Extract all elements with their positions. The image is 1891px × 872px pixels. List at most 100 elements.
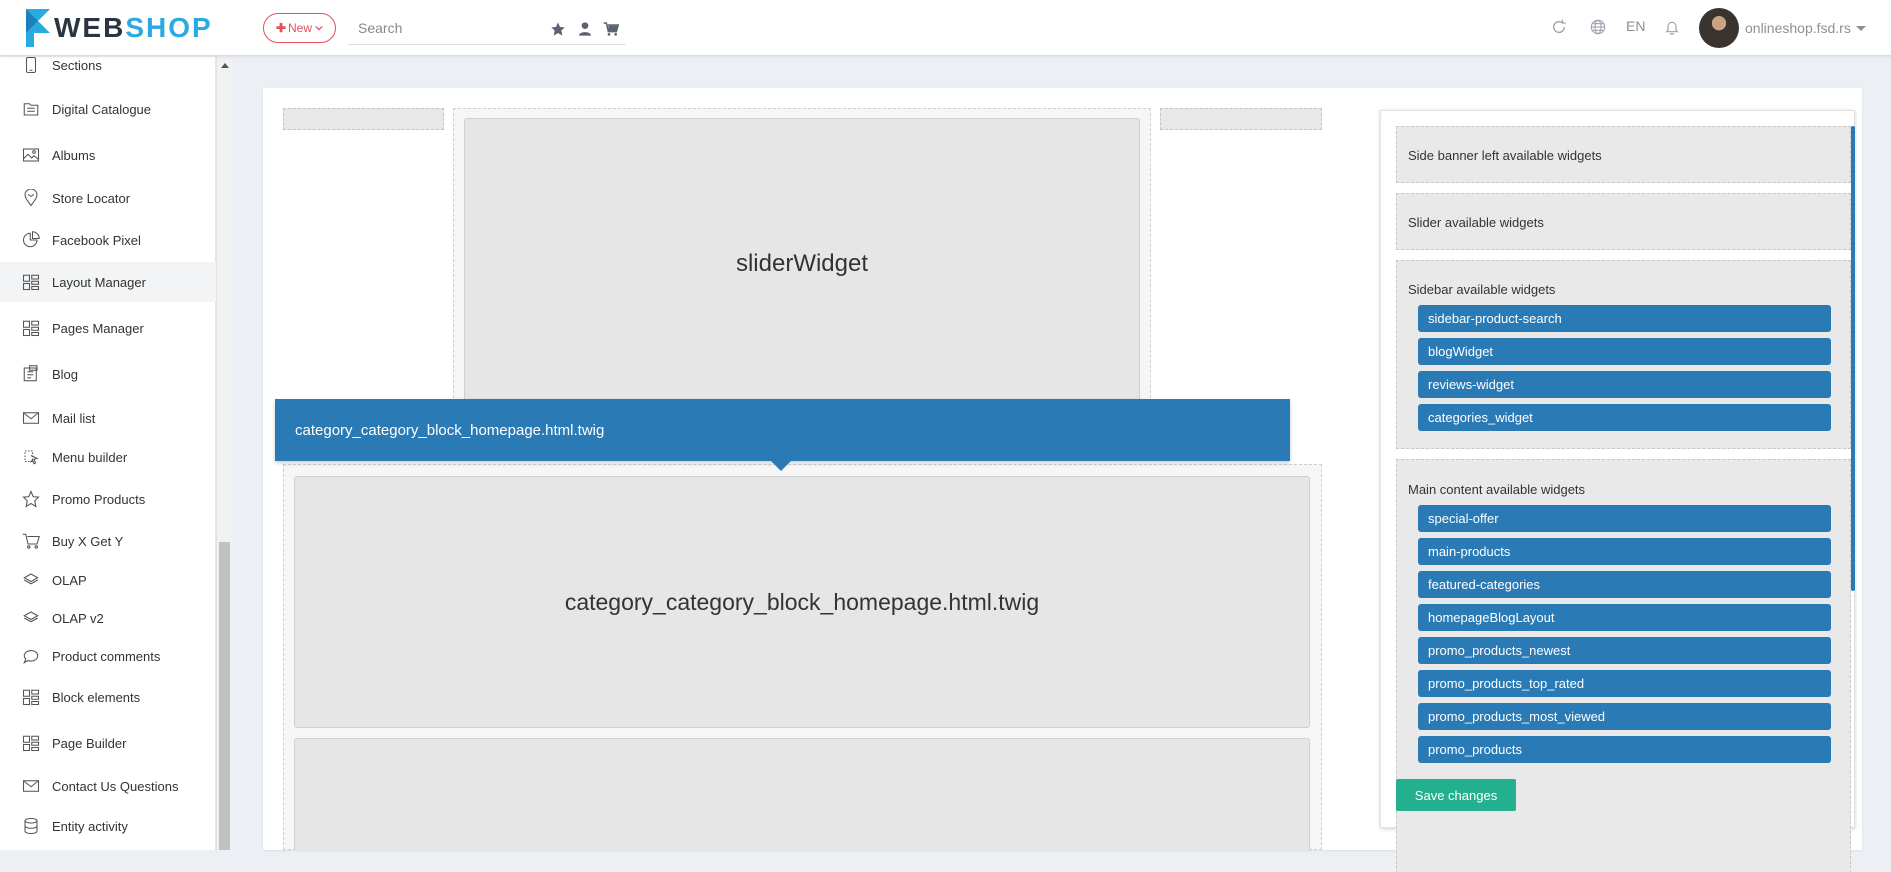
new-button-label: New: [288, 21, 313, 35]
sidebar-item-entity-activity[interactable]: Entity activity: [0, 806, 216, 846]
image-icon: [22, 148, 40, 162]
widget-chip[interactable]: promo_products_newest: [1418, 637, 1831, 664]
sidebar-item-page-builder[interactable]: Page Builder: [0, 723, 216, 763]
caret-down-icon[interactable]: [1856, 26, 1866, 31]
logo-text-web: WEB: [54, 12, 126, 43]
widget-chip[interactable]: promo_products_most_viewed: [1418, 703, 1831, 730]
sidebar-item-pages-manager[interactable]: Pages Manager: [0, 308, 216, 348]
widget-chip[interactable]: categories_widget: [1418, 404, 1831, 431]
pie-chart-icon: [22, 231, 40, 248]
layout-icon: [22, 735, 40, 752]
sidebar-item-label: Blog: [52, 366, 79, 382]
widget-section-title: Slider available widgets: [1408, 215, 1544, 230]
sidebar-item-olap-v2[interactable]: OLAP v2: [0, 598, 216, 638]
sidebar-scrollbar[interactable]: [216, 57, 232, 850]
widget-chip[interactable]: reviews-widget: [1418, 371, 1831, 398]
layout-icon: [22, 274, 40, 291]
globe-icon[interactable]: [1590, 19, 1606, 35]
save-changes-button[interactable]: Save changes: [1396, 779, 1516, 811]
mail-icon: [22, 780, 40, 792]
user-icon[interactable]: [577, 21, 593, 37]
side-banner-left-dropzone[interactable]: [283, 108, 444, 130]
blog-icon: [23, 365, 38, 382]
widget-chip[interactable]: special-offer: [1418, 505, 1831, 532]
widget-chip[interactable]: promo_products: [1418, 736, 1831, 763]
search-input[interactable]: [348, 13, 538, 43]
logo-text-shop: SHOP: [125, 12, 213, 43]
sidebar-item-menu-builder[interactable]: Menu builder: [0, 437, 216, 477]
sidebar-item-mail-list[interactable]: Mail list: [0, 398, 216, 438]
layout-icon: [22, 689, 40, 706]
top-header: WEBSHOP ✚ New EN onlineshop.fsd.rs: [0, 0, 1891, 56]
sidebar-item-layout-manager[interactable]: Layout Manager: [0, 262, 216, 302]
sidebar-item-label: Albums: [52, 147, 96, 163]
layers-icon: [23, 573, 39, 585]
sidebar-item-label: Entity activity: [52, 818, 128, 834]
sidebar-item-label: Sections: [52, 57, 102, 73]
logo-text: WEBSHOP: [54, 12, 213, 44]
sidebar-item-digital-catalogue[interactable]: Digital Catalogue: [0, 89, 216, 129]
sidebar-item-label: Buy X Get Y: [52, 533, 124, 549]
next-widget-block[interactable]: [294, 738, 1310, 850]
catalogue-icon: [23, 103, 39, 116]
sidebar: Sections Digital Catalogue Albums Store Loc…: [0, 56, 216, 850]
sidebar-item-store-locator[interactable]: Store Locator: [0, 178, 216, 218]
plus-icon: ✚: [275, 21, 287, 35]
layers-icon: [23, 611, 39, 623]
comment-icon: [23, 650, 39, 665]
category-block-widget[interactable]: category_category_block_homepage.html.tw…: [294, 476, 1310, 728]
sidebar-item-label: Mail list: [52, 410, 96, 426]
widget-chip[interactable]: promo_products_top_rated: [1418, 670, 1831, 697]
tooltip-text: category_category_block_homepage.html.tw…: [295, 421, 605, 439]
widget-chip[interactable]: sidebar-product-search: [1418, 305, 1831, 332]
star-icon[interactable]: [550, 21, 566, 37]
bell-icon[interactable]: [1664, 19, 1680, 35]
menu-builder-icon: [24, 450, 39, 465]
sidebar-item-label: Pages Manager: [52, 320, 144, 336]
sidebar-item-product-comments[interactable]: Product comments: [0, 636, 216, 676]
cart-icon[interactable]: [603, 21, 619, 37]
widget-chip[interactable]: main-products: [1418, 538, 1831, 565]
star-icon: [22, 490, 40, 508]
widget-section-title: Sidebar available widgets: [1408, 282, 1556, 297]
avatar[interactable]: [1699, 8, 1739, 48]
sidebar-item-label: Promo Products: [52, 491, 146, 507]
user-name[interactable]: onlineshop.fsd.rs: [1745, 20, 1851, 36]
sidebar-item-label: Block elements: [52, 689, 141, 705]
widget-chip[interactable]: homepageBlogLayout: [1418, 604, 1831, 631]
mail-icon: [22, 412, 40, 424]
widget-section-sidebar[interactable]: Sidebar available widgets sidebar-product…: [1396, 260, 1851, 449]
new-button[interactable]: ✚ New: [263, 13, 336, 43]
sidebar-item-block-elements[interactable]: Block elements: [0, 677, 216, 717]
language-selector[interactable]: EN: [1626, 18, 1645, 34]
category-block-label: category_category_block_homepage.html.tw…: [564, 588, 1040, 615]
search-bar: [348, 13, 626, 45]
sidebar-item-olap[interactable]: OLAP: [0, 560, 216, 600]
sidebar-item-contact-us-questions[interactable]: Contact Us Questions: [0, 766, 216, 806]
widget-chip[interactable]: blogWidget: [1418, 338, 1831, 365]
side-banner-right-dropzone[interactable]: [1160, 108, 1322, 130]
available-widgets-panel: Side banner left available widgets Slider…: [1380, 110, 1855, 872]
widgets-scroll-area[interactable]: Side banner left available widgets Slider…: [1396, 126, 1851, 872]
tooltip-arrow: [771, 461, 791, 471]
sidebar-item-label: Store Locator: [52, 190, 131, 206]
widgets-scrollbar[interactable]: [1851, 126, 1855, 591]
sidebar-item-label: Digital Catalogue: [52, 101, 152, 117]
sidebar-item-label: OLAP v2: [52, 610, 104, 626]
widget-section-side-banner-left[interactable]: Side banner left available widgets: [1396, 126, 1851, 183]
sidebar-item-label: OLAP: [52, 572, 87, 588]
refresh-icon[interactable]: [1551, 19, 1567, 35]
webshop-logo[interactable]: WEBSHOP: [24, 9, 213, 47]
slider-widget-block[interactable]: sliderWidget: [464, 118, 1140, 410]
sidebar-item-promo-products[interactable]: Promo Products: [0, 479, 216, 519]
sidebar-item-label: Facebook Pixel: [52, 232, 141, 248]
scroll-up-arrow-icon[interactable]: [221, 63, 229, 68]
widget-section-slider[interactable]: Slider available widgets: [1396, 193, 1851, 250]
sidebar-item-blog[interactable]: Blog: [0, 354, 216, 394]
sidebar-scroll-thumb[interactable]: [219, 542, 230, 850]
database-icon: [24, 817, 38, 835]
sidebar-item-facebook-pixel[interactable]: Facebook Pixel: [0, 220, 216, 260]
sidebar-item-buy-x-get-y[interactable]: Buy X Get Y: [0, 521, 216, 561]
sidebar-item-albums[interactable]: Albums: [0, 135, 216, 175]
widget-chip[interactable]: featured-categories: [1418, 571, 1831, 598]
